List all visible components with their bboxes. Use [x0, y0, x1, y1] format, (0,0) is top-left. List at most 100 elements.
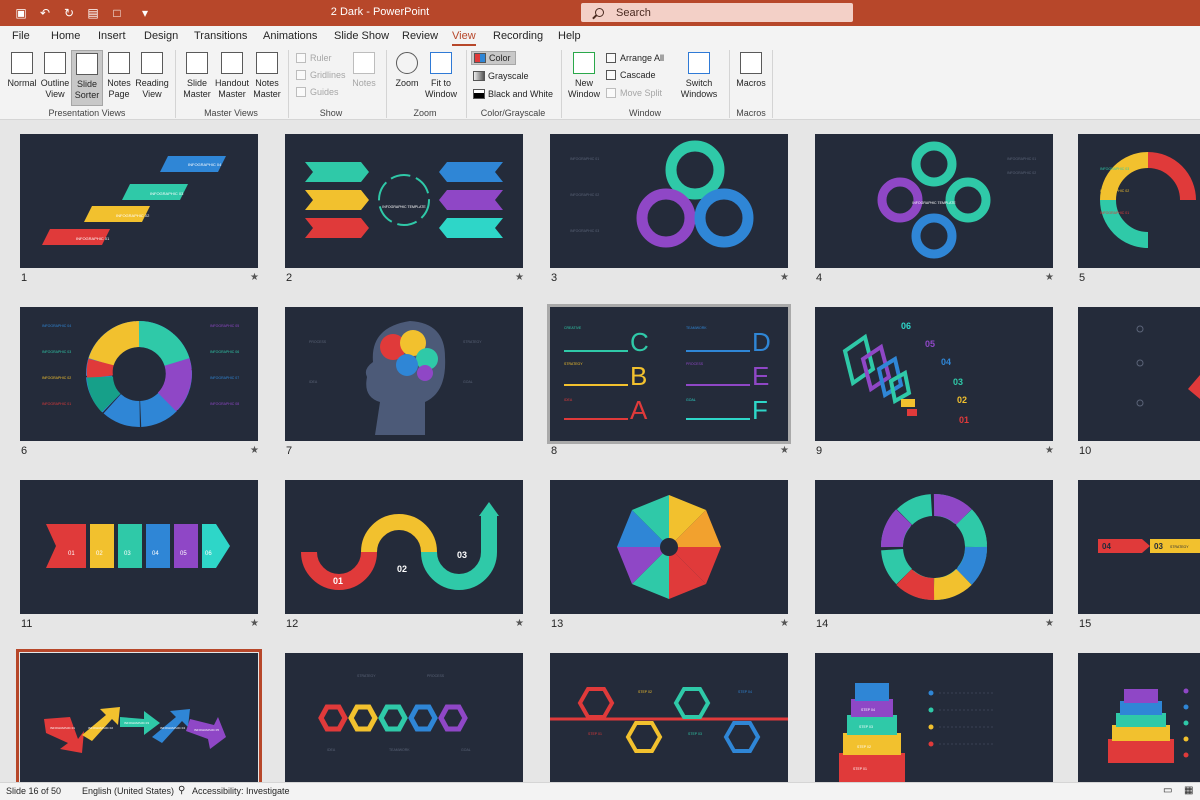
slide-thumbnail-14[interactable] [815, 480, 1053, 614]
slide-1-text: INFOGRAPHIC 01 [76, 236, 110, 241]
tab-view[interactable]: View [452, 30, 476, 46]
tab-insert[interactable]: Insert [98, 30, 126, 42]
fit-to-window-icon [430, 52, 452, 74]
notes-button[interactable]: Notes [350, 50, 378, 106]
slide-6-text: INFOGRAPHIC 02 [42, 376, 71, 380]
fit-to-window-button[interactable]: Fit to Window [422, 50, 460, 106]
new-window-button[interactable]: New Window [566, 50, 602, 106]
gridlines-checkbox[interactable]: Gridlines [296, 70, 346, 80]
slide-sorter-button[interactable]: Slide Sorter [71, 50, 103, 106]
slide-thumbnail-11[interactable]: 01 02 03 04 05 06 [20, 480, 258, 614]
gridlines-label: Gridlines [310, 70, 346, 80]
normal-view-icon [11, 52, 33, 74]
transition-star-icon[interactable]: ★ [1045, 445, 1054, 456]
transition-star-icon[interactable]: ★ [250, 445, 259, 456]
grayscale-button[interactable]: Grayscale [473, 71, 529, 81]
slide-thumbnail-7[interactable]: PROCESS IDEA STRATEGY GOAL [285, 307, 523, 441]
transition-star-icon[interactable]: ★ [780, 618, 789, 629]
slide-13-graphic [617, 495, 721, 599]
slide-thumbnail-2[interactable]: INFOGRAPHIC TEMPLATE [285, 134, 523, 268]
normal-view-status-icon[interactable]: ▦ [1184, 785, 1193, 796]
cascade-button[interactable]: Cascade [606, 70, 656, 80]
slide-thumbnail-9[interactable]: 06 05 04 03 02 01 [815, 307, 1053, 441]
transition-star-icon[interactable]: ★ [780, 445, 789, 456]
switch-windows-button[interactable]: Switch Windows [674, 50, 724, 106]
move-split-button[interactable]: Move Split [606, 88, 662, 98]
slide-thumbnail-19[interactable]: STEP 01 STEP 02 STEP 03 STEP 04 [815, 653, 1053, 782]
slide-thumbnail-13[interactable] [550, 480, 788, 614]
slide-thumbnail-10[interactable] [1078, 307, 1200, 441]
slide-thumbnail-4[interactable]: INFOGRAPHIC TEMPLATE INFOGRAPHIC 01 INFO… [815, 134, 1053, 268]
slide-16-text: INFOGRAPHIC 04 [160, 726, 185, 730]
outline-view-button[interactable]: Outline View [39, 50, 71, 106]
tab-home[interactable]: Home [51, 30, 80, 42]
transition-star-icon[interactable]: ★ [250, 618, 259, 629]
checkbox-icon [296, 87, 306, 97]
slide-5-text: INFOGRAPHIC 01 [1100, 211, 1129, 215]
reading-view-button[interactable]: Reading View [135, 50, 169, 106]
slide-thumbnail-16[interactable]: INFOGRAPHIC 01 INFOGRAPHIC 02 INFOGRAPHI… [16, 649, 262, 782]
slide-master-button[interactable]: Slide Master [180, 50, 214, 106]
tab-help[interactable]: Help [558, 30, 581, 42]
tab-review[interactable]: Review [402, 30, 438, 42]
slide-4-text: INFOGRAPHIC 01 [1007, 157, 1036, 161]
notes-master-label: Notes Master [253, 78, 281, 99]
slide-thumbnail-5[interactable]: INFOGRAPHIC 03 INFOGRAPHIC 02 INFOGRAPHI… [1078, 134, 1200, 268]
notes-master-icon [256, 52, 278, 74]
tab-recording[interactable]: Recording [493, 30, 543, 42]
transition-star-icon[interactable]: ★ [1045, 618, 1054, 629]
slide-thumbnail-6[interactable]: INFOGRAPHIC 04 INFOGRAPHIC 03 INFOGRAPHI… [20, 307, 258, 441]
notes-page-label: Notes Page [107, 78, 131, 99]
slide-18-text: STEP 03 [688, 732, 702, 736]
zoom-button[interactable]: Zoom [392, 50, 422, 106]
language-status[interactable]: English (United States) [82, 786, 174, 796]
slide-12-graphic: 01 02 03 [301, 502, 499, 590]
notes-view-icon[interactable]: ▭ [1163, 785, 1172, 796]
slide-thumbnail-17[interactable]: STRATEGY PROCESS IDEA TEAMWORK GOAL [285, 653, 523, 782]
ruler-checkbox[interactable]: Ruler [296, 53, 332, 63]
move-split-icon [606, 88, 616, 98]
slide-8-text: F [752, 395, 768, 425]
slide-9-text: 05 [925, 339, 935, 349]
outline-view-icon [44, 52, 66, 74]
slide-thumbnail-15[interactable]: 04 03 STRATEGY [1078, 480, 1200, 614]
slide-16-text: INFOGRAPHIC 03 [124, 721, 149, 725]
guides-checkbox[interactable]: Guides [296, 87, 339, 97]
transition-star-icon[interactable]: ★ [515, 272, 524, 283]
slide-thumbnail-1[interactable]: INFOGRAPHIC 01 INFOGRAPHIC 02 INFOGRAPHI… [20, 134, 258, 268]
notes-page-button[interactable]: Notes Page [104, 50, 134, 106]
slide-number: 3 [551, 272, 558, 284]
notes-master-button[interactable]: Notes Master [251, 50, 283, 106]
macros-button[interactable]: Macros [734, 50, 768, 106]
tab-slide-show[interactable]: Slide Show [334, 30, 389, 42]
black-and-white-button[interactable]: Black and White [473, 89, 553, 99]
accessibility-status[interactable]: Accessibility: Investigate [192, 786, 290, 796]
transition-star-icon[interactable]: ★ [250, 272, 259, 283]
slide-thumbnail-8[interactable]: CREATIVE STRATEGY IDEA C B A TEAMWORK PR… [547, 304, 791, 444]
new-window-label: New Window [567, 78, 600, 99]
slide-thumbnail-18[interactable]: STEP 02 STEP 04 STEP 01 STEP 03 [550, 653, 788, 782]
slide-thumbnail-12[interactable]: 01 02 03 [285, 480, 523, 614]
normal-view-button[interactable]: Normal [6, 50, 38, 106]
slide-master-icon [186, 52, 208, 74]
slide-7-text: STRATEGY [463, 340, 482, 344]
transition-star-icon[interactable]: ★ [780, 272, 789, 283]
slide-thumbnail-20[interactable] [1078, 653, 1200, 782]
tab-design[interactable]: Design [144, 30, 178, 42]
tab-file[interactable]: File [12, 30, 30, 42]
transition-star-icon[interactable]: ★ [515, 618, 524, 629]
group-label-macros: Macros [736, 108, 766, 118]
handout-master-label: Handout Master [214, 78, 250, 99]
tab-transitions[interactable]: Transitions [194, 30, 247, 42]
arrange-all-button[interactable]: Arrange All [606, 53, 664, 63]
slide-9-text: 06 [901, 321, 911, 331]
tab-animations[interactable]: Animations [263, 30, 317, 42]
color-button[interactable]: Color [471, 51, 516, 65]
grayscale-label: Grayscale [488, 71, 529, 81]
move-split-label: Move Split [620, 88, 663, 98]
slide-thumbnail-3[interactable]: INFOGRAPHIC 01 INFOGRAPHIC 02 INFOGRAPHI… [550, 134, 788, 268]
transition-star-icon[interactable]: ★ [1045, 272, 1054, 283]
search-box[interactable]: Search [581, 3, 853, 22]
handout-master-button[interactable]: Handout Master [214, 50, 250, 106]
slide-number: 6 [21, 445, 28, 457]
